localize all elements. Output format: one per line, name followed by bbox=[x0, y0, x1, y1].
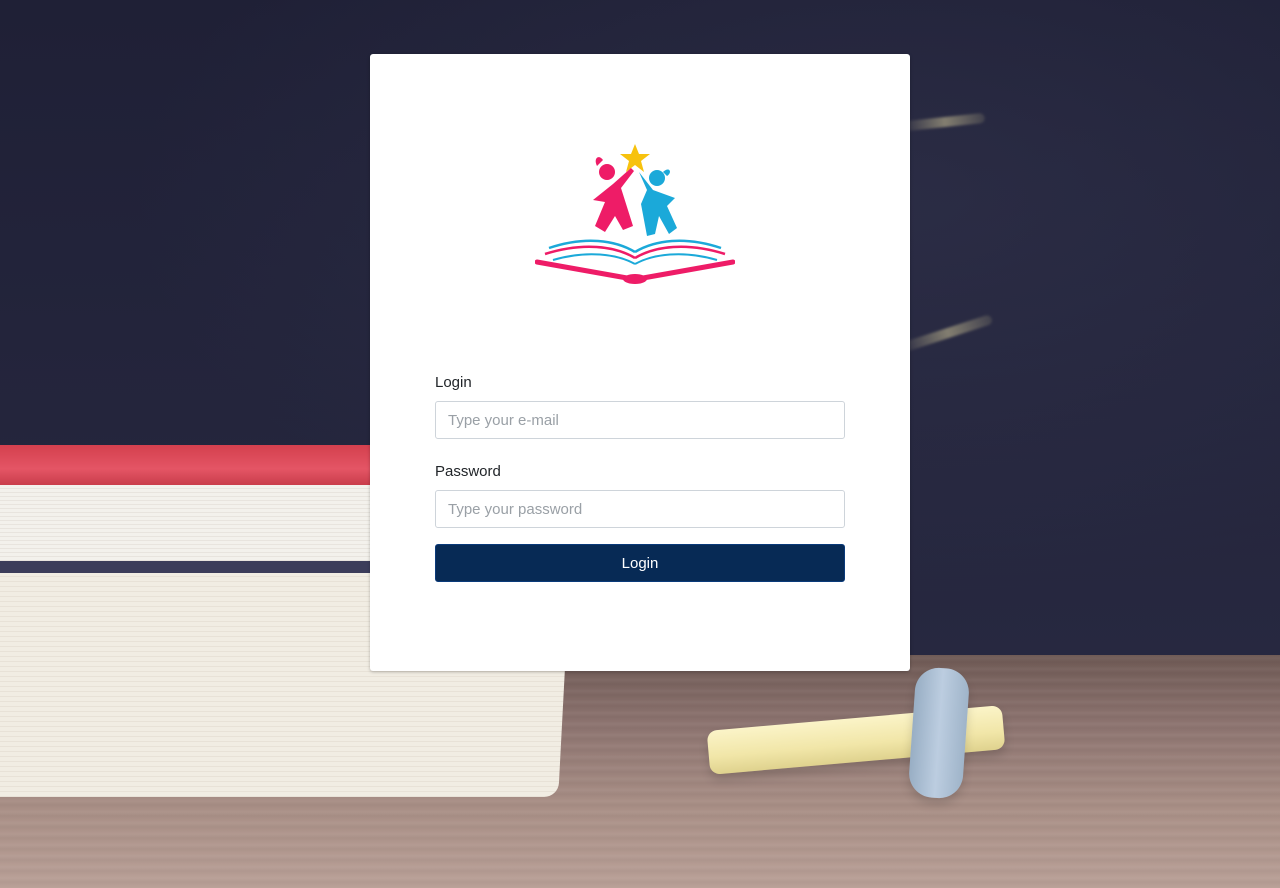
login-page: Login Password Login bbox=[0, 0, 1280, 888]
login-card: Login Password Login bbox=[370, 54, 910, 671]
login-button[interactable]: Login bbox=[435, 544, 845, 582]
chalk-scribble bbox=[902, 314, 994, 352]
email-input[interactable] bbox=[435, 401, 845, 439]
book-top bbox=[0, 445, 380, 575]
kids-reading-book-logo-icon bbox=[534, 144, 736, 289]
login-form: Login Password Login bbox=[435, 374, 845, 582]
password-input[interactable] bbox=[435, 490, 845, 528]
password-label: Password bbox=[435, 463, 501, 480]
chalk-scribble bbox=[904, 112, 986, 132]
email-label: Login bbox=[435, 374, 472, 391]
chalk-stick-blue bbox=[907, 666, 971, 800]
